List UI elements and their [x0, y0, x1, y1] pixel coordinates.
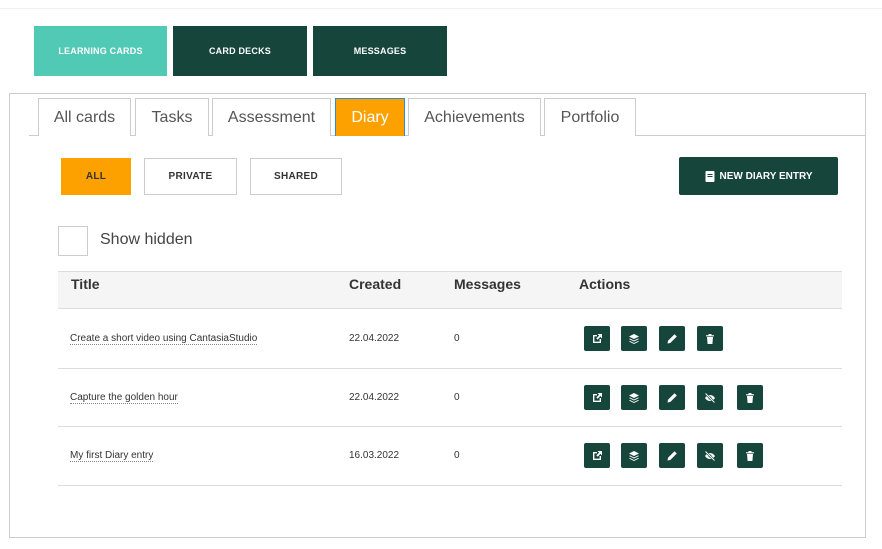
- open-entry-button[interactable]: [584, 443, 610, 468]
- column-header-title: Title: [71, 276, 100, 292]
- column-header-created: Created: [349, 276, 402, 292]
- new-diary-entry-label: NEW DIARY ENTRY: [719, 170, 813, 182]
- add-to-deck-button[interactable]: [621, 443, 647, 468]
- messages-button[interactable]: MESSAGES: [313, 26, 447, 76]
- top-divider: [0, 8, 882, 9]
- edit-entry-button[interactable]: [659, 443, 685, 468]
- row-created: 22.04.2022: [349, 392, 400, 403]
- filter-all-button[interactable]: ALL: [61, 158, 131, 195]
- table-header: [58, 271, 842, 309]
- trash-icon: [746, 450, 754, 461]
- trash-icon: [706, 333, 714, 344]
- pencil-icon: [667, 392, 677, 402]
- row-title-link[interactable]: Capture the golden hour: [70, 392, 178, 404]
- column-header-actions: Actions: [579, 276, 631, 292]
- pencil-icon: [667, 450, 677, 460]
- edit-entry-button[interactable]: [659, 385, 685, 410]
- edit-entry-button[interactable]: [659, 326, 685, 351]
- delete-entry-button[interactable]: [697, 326, 723, 351]
- new-diary-entry-button[interactable]: NEW DIARY ENTRY: [679, 157, 838, 195]
- external-link-icon: [593, 392, 602, 402]
- row-messages: 0: [454, 450, 460, 461]
- row-divider: [58, 485, 842, 486]
- filter-private-button[interactable]: PRIVATE: [144, 158, 237, 195]
- row-created: 22.04.2022: [349, 333, 400, 344]
- tab-all-cards[interactable]: All cards: [38, 98, 131, 136]
- delete-entry-button[interactable]: [737, 443, 763, 468]
- tab-assessment[interactable]: Assessment: [212, 98, 331, 136]
- eye-slash-icon: [704, 450, 716, 461]
- open-entry-button[interactable]: [584, 385, 610, 410]
- open-entry-button[interactable]: [584, 326, 610, 351]
- row-messages: 0: [454, 333, 460, 344]
- show-hidden-label: Show hidden: [100, 231, 193, 248]
- card-decks-button[interactable]: CARD DECKS: [173, 26, 307, 76]
- show-hidden-checkbox[interactable]: [58, 226, 88, 256]
- row-title-link[interactable]: Create a short video using CantasiaStudi…: [70, 333, 258, 345]
- row-title-link[interactable]: My first Diary entry: [70, 450, 154, 462]
- filter-shared-button[interactable]: SHARED: [250, 158, 342, 195]
- add-to-deck-button[interactable]: [621, 326, 647, 351]
- row-divider: [58, 368, 842, 369]
- eye-slash-icon: [704, 392, 716, 403]
- pencil-icon: [667, 333, 677, 343]
- layers-icon: [629, 450, 639, 461]
- tab-tasks[interactable]: Tasks: [135, 98, 209, 136]
- row-created: 16.03.2022: [349, 450, 400, 461]
- hide-entry-button[interactable]: [697, 443, 723, 468]
- hide-entry-button[interactable]: [697, 385, 723, 410]
- column-header-messages: Messages: [454, 276, 521, 292]
- row-divider: [58, 426, 842, 427]
- row-messages: 0: [454, 392, 460, 403]
- tab-diary[interactable]: Diary: [335, 98, 405, 136]
- delete-entry-button[interactable]: [737, 385, 763, 410]
- layers-icon: [629, 392, 639, 403]
- tab-portfolio[interactable]: Portfolio: [544, 98, 636, 136]
- tab-achievements[interactable]: Achievements: [408, 98, 541, 136]
- learning-cards-button[interactable]: LEARNING CARDS: [34, 26, 167, 76]
- add-to-deck-button[interactable]: [621, 385, 647, 410]
- trash-icon: [746, 392, 754, 403]
- external-link-icon: [593, 450, 602, 460]
- diary-book-icon: [705, 170, 715, 182]
- external-link-icon: [593, 333, 602, 343]
- layers-icon: [629, 333, 639, 344]
